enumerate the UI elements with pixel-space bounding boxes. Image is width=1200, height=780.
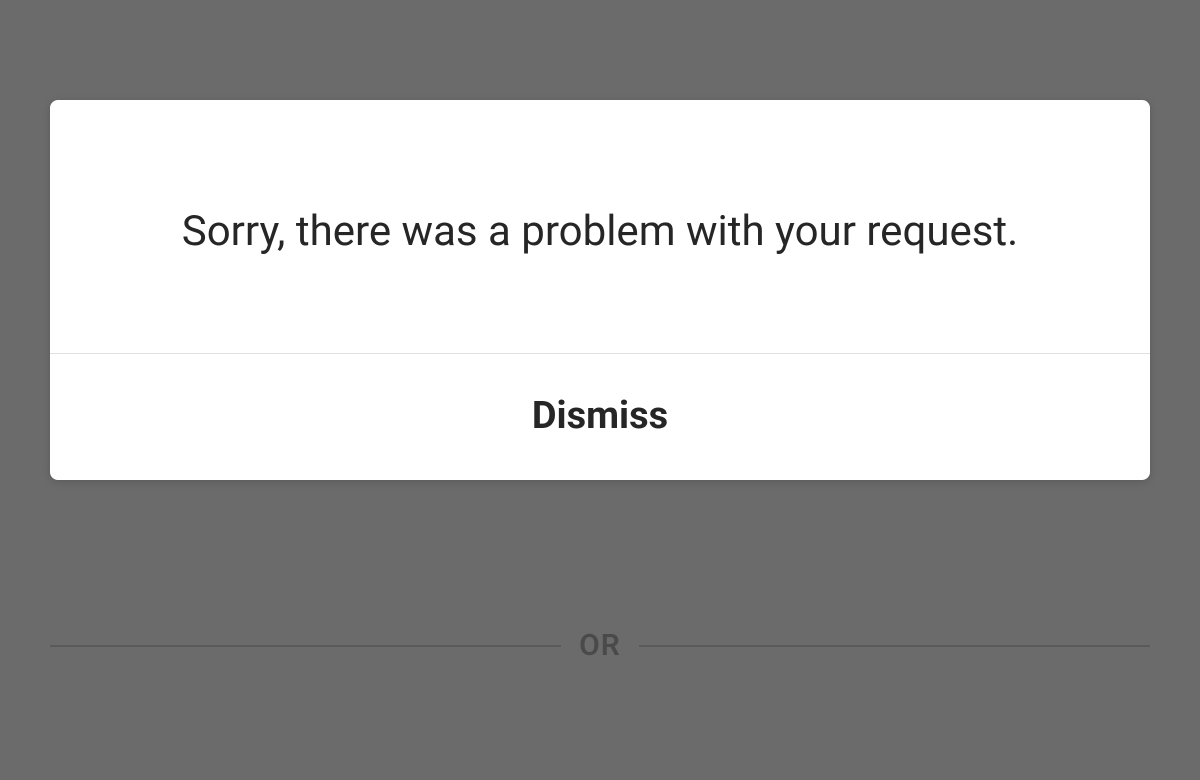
- separator-line-left: [50, 645, 561, 647]
- error-dialog: Sorry, there was a problem with your req…: [50, 100, 1150, 480]
- background-separator: OR: [50, 628, 1150, 663]
- dismiss-button[interactable]: Dismiss: [50, 354, 1150, 480]
- separator-text: OR: [561, 628, 639, 663]
- separator-line-right: [639, 645, 1150, 647]
- error-message: Sorry, there was a problem with your req…: [50, 100, 1150, 353]
